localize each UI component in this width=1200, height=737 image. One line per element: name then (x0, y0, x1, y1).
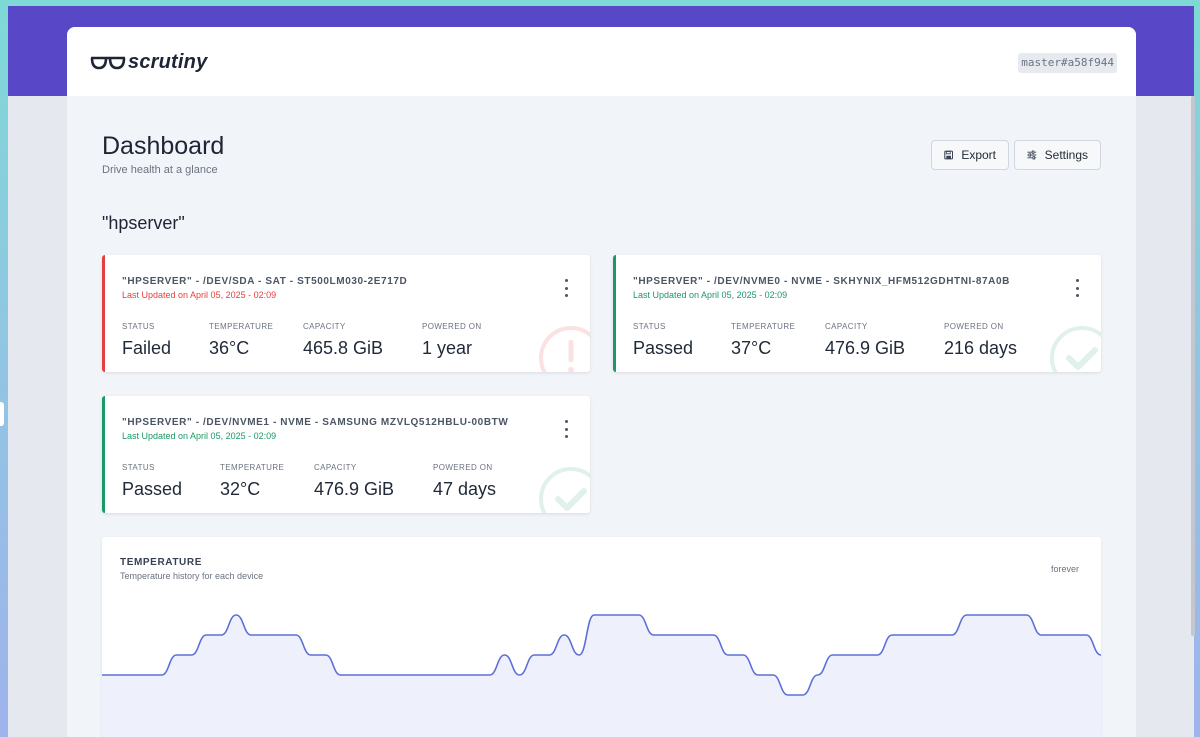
powered-on-stat: Powered On 47 days (433, 463, 496, 500)
temperature-chart-card: TEMPERATURE Temperature history for each… (102, 537, 1101, 737)
status-accent-bar (613, 255, 616, 372)
status-stat: Status Passed (633, 322, 693, 359)
status-value: Failed (122, 338, 172, 358)
device-card[interactable]: "HPSERVER" - /DEV/NVME1 - NVME - SAMSUNG… (102, 396, 590, 513)
settings-button[interactable]: Settings (1014, 140, 1101, 170)
device-card[interactable]: "HPSERVER" - /DEV/NVME0 - NVME - SKHYNIX… (613, 255, 1101, 372)
capacity-value: 476.9 GiB (825, 338, 906, 358)
stat-label: Capacity (314, 463, 357, 472)
version-badge: master#a58f944 (1018, 53, 1117, 73)
powered-on-value: 216 days (944, 338, 1018, 358)
capacity-stat: Capacity 476.9 GiB (314, 463, 394, 500)
device-card[interactable]: "HPSERVER" - /DEV/SDA - SAT - ST500LM030… (102, 255, 590, 372)
temperature-stat: Temperature 37°C (731, 322, 795, 359)
kebab-menu-icon[interactable] (558, 279, 574, 297)
settings-label: Settings (1044, 148, 1088, 162)
last-updated: Last Updated on April 05, 2025 - 02:09 (122, 431, 277, 441)
chart-area-fill (102, 615, 1101, 737)
exclamation-circle-icon (539, 326, 590, 372)
top-bar: scrutiny master#a58f944 (67, 27, 1136, 96)
status-stat: Status Failed (122, 322, 171, 359)
stat-label: Temperature (220, 463, 285, 472)
temperature-value: 37°C (731, 338, 772, 358)
sliders-icon (1027, 150, 1037, 160)
stat-label: Temperature (731, 322, 796, 331)
status-accent-bar (102, 255, 105, 372)
check-circle-icon (1050, 326, 1101, 372)
save-icon (944, 150, 954, 160)
last-updated: Last Updated on April 05, 2025 - 02:09 (122, 290, 277, 300)
stat-label: Capacity (825, 322, 868, 331)
last-updated: Last Updated on April 05, 2025 - 02:09 (633, 290, 788, 300)
stat-label: Status (122, 322, 155, 331)
chart-subtitle: Temperature history for each device (120, 571, 264, 581)
page-title: Dashboard (102, 132, 225, 160)
status-value: Passed (633, 338, 694, 358)
kebab-menu-icon[interactable] (558, 420, 574, 438)
stat-label: Capacity (303, 322, 346, 331)
host-group-title: "hpserver" (102, 213, 185, 233)
stat-label: Status (122, 463, 155, 472)
side-handle[interactable] (0, 402, 4, 426)
temperature-value: 32°C (220, 479, 261, 499)
temperature-value: 36°C (209, 338, 250, 358)
capacity-stat: Capacity 465.8 GiB (303, 322, 383, 359)
export-button[interactable]: Export (931, 140, 1009, 170)
status-value: Passed (122, 479, 183, 499)
powered-on-stat: Powered On 216 days (944, 322, 1017, 359)
kebab-menu-icon[interactable] (1069, 279, 1085, 297)
device-title[interactable]: "HPSERVER" - /DEV/NVME0 - NVME - SKHYNIX… (633, 276, 1010, 287)
check-circle-icon (539, 467, 590, 513)
device-title[interactable]: "HPSERVER" - /DEV/NVME1 - NVME - SAMSUNG… (122, 417, 508, 428)
brand-name: scrutiny (128, 51, 208, 73)
stat-label: Status (633, 322, 666, 331)
chart-title: TEMPERATURE (120, 557, 202, 568)
temperature-stat: Temperature 36°C (209, 322, 273, 359)
powered-on-value: 47 days (433, 479, 497, 499)
powered-on-value: 1 year (422, 338, 473, 358)
scrollbar-thumb[interactable] (1191, 96, 1195, 636)
page-subtitle: Drive health at a glance (102, 164, 218, 176)
stat-label: Powered On (433, 463, 493, 472)
export-label: Export (961, 148, 996, 162)
capacity-value: 465.8 GiB (303, 338, 384, 358)
glasses-icon (90, 56, 126, 69)
device-title[interactable]: "HPSERVER" - /DEV/SDA - SAT - ST500LM030… (122, 276, 407, 287)
stat-label: Powered On (422, 322, 482, 331)
stat-label: Temperature (209, 322, 274, 331)
status-stat: Status Passed (122, 463, 182, 500)
stat-label: Powered On (944, 322, 1004, 331)
powered-on-stat: Powered On 1 year (422, 322, 482, 359)
temperature-chart (102, 614, 1101, 737)
capacity-value: 476.9 GiB (314, 479, 395, 499)
brand-logo[interactable]: scrutiny (90, 51, 207, 74)
capacity-stat: Capacity 476.9 GiB (825, 322, 905, 359)
status-accent-bar (102, 396, 105, 513)
chart-range-selector[interactable]: forever (1051, 564, 1079, 574)
temperature-stat: Temperature 32°C (220, 463, 284, 500)
app-window: scrutiny master#a58f944 Dashboard Drive … (67, 27, 1136, 737)
